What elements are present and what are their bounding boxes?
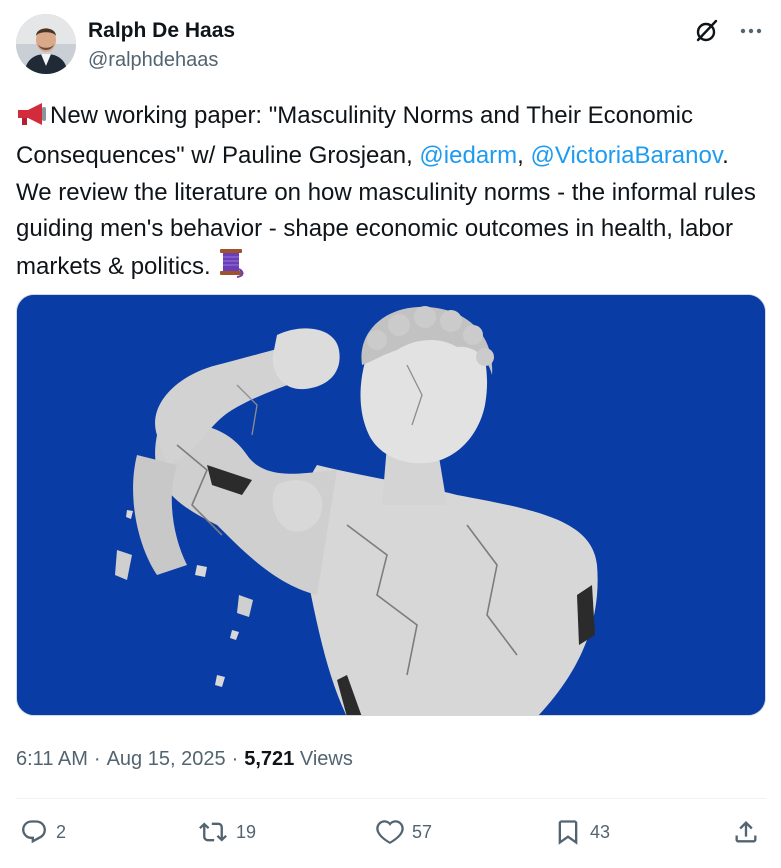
meta-separator: · xyxy=(93,748,101,770)
handle[interactable]: @ralphdehaas xyxy=(88,47,235,73)
tweet-date[interactable]: Aug 15, 2025 xyxy=(107,746,226,772)
grok-icon[interactable] xyxy=(692,16,722,46)
bookmark-button[interactable]: 43 xyxy=(554,818,610,846)
repost-count: 19 xyxy=(236,821,257,842)
avatar[interactable] xyxy=(16,14,76,74)
like-button[interactable]: 57 xyxy=(376,818,432,846)
tweet-text-part-2: , xyxy=(517,142,531,170)
views-label: Views xyxy=(299,748,353,770)
repost-button[interactable]: 19 xyxy=(198,818,256,846)
reply-count: 2 xyxy=(56,821,67,842)
reply-button[interactable]: 2 xyxy=(20,818,66,846)
megaphone-emoji xyxy=(16,101,50,138)
tweet-header: Ralph De Haas @ralphdehaas xyxy=(16,14,766,76)
divider xyxy=(16,798,766,799)
display-name[interactable]: Ralph De Haas xyxy=(88,18,235,44)
tweet-meta: 6:11 AM · Aug 15, 2025 · 5,721 Views xyxy=(16,746,353,772)
tweet-time[interactable]: 6:11 AM xyxy=(16,746,88,772)
meta-separator-2: · xyxy=(231,748,239,770)
tweet-media-image[interactable] xyxy=(16,294,766,716)
heart-icon xyxy=(376,818,404,846)
share-icon xyxy=(732,818,760,846)
repost-icon xyxy=(198,818,228,846)
reply-icon xyxy=(20,818,48,846)
mention-victoriabaranov[interactable]: @VictoriaBaranov xyxy=(531,142,723,169)
more-options-icon[interactable] xyxy=(736,16,766,46)
tweet-text: New working paper: "Masculinity Norms an… xyxy=(16,98,766,289)
bookmark-count: 43 xyxy=(590,821,611,842)
thread-spool-emoji xyxy=(217,248,245,289)
bookmark-icon xyxy=(554,818,582,846)
views-count: 5,721 xyxy=(244,748,295,770)
share-button[interactable] xyxy=(732,818,760,846)
mention-iedarm[interactable]: @iedarm xyxy=(419,142,517,169)
like-count: 57 xyxy=(412,821,433,842)
marble-statue-flexing-illustration xyxy=(17,295,765,715)
action-bar: 2 19 57 43 xyxy=(16,818,766,854)
